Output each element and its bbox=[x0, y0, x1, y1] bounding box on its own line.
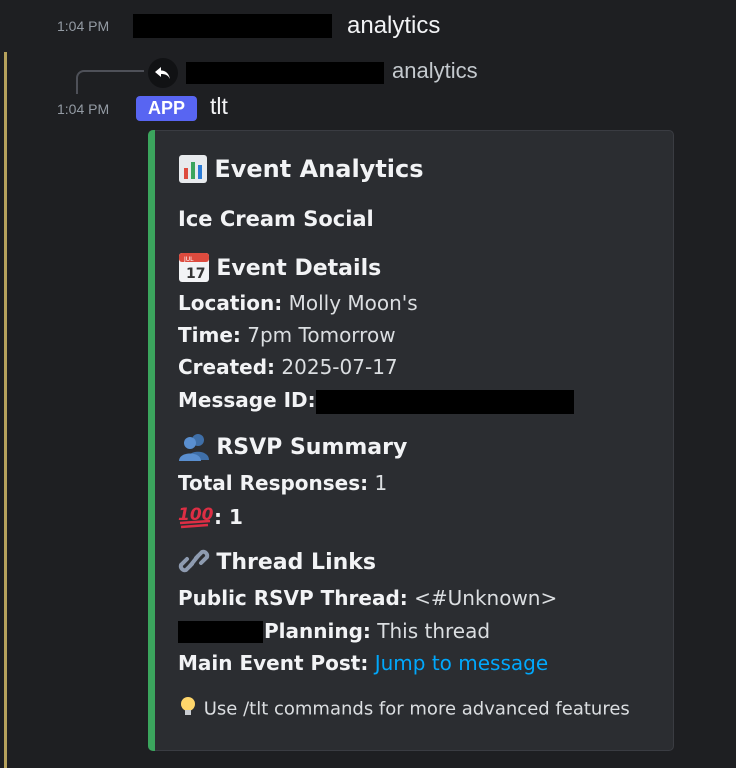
reply-preview-text[interactable]: analytics bbox=[392, 58, 478, 84]
planning-value: This thread bbox=[377, 619, 491, 643]
location-label: Location: bbox=[178, 291, 283, 315]
hundred-value: : 1 bbox=[214, 505, 243, 529]
created-row: Created: 2025-07-17 bbox=[178, 355, 398, 379]
embed-title-row: Event Analytics bbox=[178, 154, 424, 189]
timestamp: 1:04 PM bbox=[57, 18, 110, 34]
timestamp: 1:04 PM bbox=[57, 101, 110, 117]
public-thread-label: Public RSVP Thread: bbox=[178, 586, 408, 610]
message-text: analytics bbox=[347, 12, 441, 39]
hundred-points-icon: 100 bbox=[178, 503, 214, 534]
reply-connector bbox=[76, 70, 144, 94]
author-name[interactable]: tlt bbox=[210, 93, 228, 120]
redacted-text bbox=[316, 390, 574, 414]
svg-text:JUL: JUL bbox=[183, 256, 194, 263]
planning-label: Planning: bbox=[264, 619, 371, 643]
public-thread-row: Public RSVP Thread: <#Unknown> bbox=[178, 586, 557, 610]
embed-footer: Use /tlt commands for more advanced feat… bbox=[178, 696, 630, 723]
reply-icon[interactable] bbox=[148, 58, 178, 88]
bar-chart-icon bbox=[178, 154, 208, 189]
mention-highlight-bar bbox=[4, 52, 7, 768]
message-id-row: Message ID: bbox=[178, 388, 316, 412]
people-icon bbox=[178, 431, 210, 466]
rsvp-heading: RSVP Summary bbox=[216, 435, 408, 460]
created-value: 2025-07-17 bbox=[281, 355, 398, 379]
time-label: Time: bbox=[178, 323, 241, 347]
public-thread-value: <#Unknown> bbox=[414, 586, 558, 610]
link-icon bbox=[178, 546, 210, 581]
redacted-text bbox=[186, 62, 384, 84]
hundred-row: 100 : 1 bbox=[178, 503, 243, 534]
embed-title: Event Analytics bbox=[214, 155, 424, 183]
message-id-label: Message ID: bbox=[178, 388, 316, 412]
total-responses-value: 1 bbox=[374, 471, 388, 495]
time-value: 7pm Tomorrow bbox=[247, 323, 396, 347]
created-label: Created: bbox=[178, 355, 276, 379]
details-heading: Event Details bbox=[216, 256, 382, 281]
location-row: Location: Molly Moon's bbox=[178, 291, 418, 315]
time-row: Time: 7pm Tomorrow bbox=[178, 323, 396, 347]
svg-text:17: 17 bbox=[186, 266, 205, 282]
footer-text: Use /tlt commands for more advanced feat… bbox=[203, 698, 630, 720]
main-post-row: Main Event Post: Jump to message bbox=[178, 651, 548, 675]
lightbulb-icon bbox=[178, 696, 198, 723]
event-name: Ice Cream Social bbox=[178, 207, 374, 231]
threads-heading-row: Thread Links bbox=[178, 546, 376, 581]
threads-heading: Thread Links bbox=[216, 550, 376, 575]
calendar-icon: JUL 17 bbox=[178, 251, 210, 288]
total-responses-row: Total Responses: 1 bbox=[178, 471, 387, 495]
rsvp-heading-row: RSVP Summary bbox=[178, 431, 407, 466]
total-responses-label: Total Responses: bbox=[178, 471, 369, 495]
jump-to-message-link[interactable]: Jump to message bbox=[375, 651, 548, 675]
redacted-text bbox=[178, 621, 263, 643]
details-heading-row: JUL 17 Event Details bbox=[178, 251, 381, 288]
main-post-label: Main Event Post: bbox=[178, 651, 369, 675]
app-badge: APP bbox=[136, 96, 197, 121]
planning-row: Planning: This thread bbox=[264, 619, 490, 643]
redacted-text bbox=[133, 14, 332, 38]
embed-accent-bar bbox=[148, 130, 155, 751]
location-value: Molly Moon's bbox=[288, 291, 418, 315]
